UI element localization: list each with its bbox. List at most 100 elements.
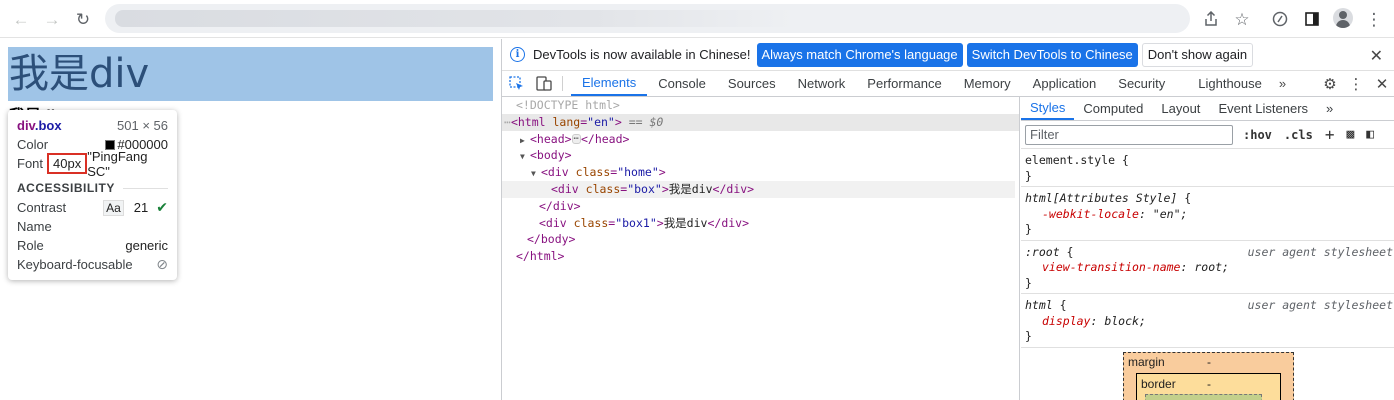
- font-label-group: Font 40px: [17, 153, 88, 174]
- dom-doctype[interactable]: <!DOCTYPE html>: [502, 97, 1019, 114]
- rule-element-style[interactable]: element.style { }: [1021, 149, 1394, 187]
- rule-attributes-style[interactable]: html[Attributes Style] { -webkit-locale:…: [1021, 187, 1394, 241]
- head-open: <head>: [530, 131, 572, 146]
- tab-styles[interactable]: Styles: [1021, 97, 1075, 120]
- dom-box-div-line[interactable]: <div class="box">我是div</div>: [502, 180, 1015, 198]
- rule-close-brace: }: [1025, 275, 1032, 290]
- html-attr: lang: [552, 114, 581, 129]
- sidebar-toggle-icon[interactable]: ◧: [1366, 127, 1374, 142]
- html-tag: <html: [510, 114, 546, 129]
- device-toolbar-icon[interactable]: [530, 71, 558, 96]
- dom-html-line[interactable]: ⋯<html lang="en"> == $0: [502, 113, 1019, 131]
- rule-close-brace: }: [1025, 329, 1032, 343]
- paint-brush-icon[interactable]: ▩: [1346, 127, 1354, 142]
- more-tabs-icon[interactable]: »: [1317, 97, 1342, 120]
- dont-show-again-button[interactable]: Don't show again: [1141, 42, 1254, 67]
- dom-html-close-line[interactable]: </html>: [502, 248, 1019, 265]
- styles-filter-row: Filter :hov .cls + ▩ ◧: [1021, 121, 1394, 149]
- settings-gear-icon[interactable]: ⚙: [1317, 75, 1343, 93]
- switch-language-button[interactable]: Switch DevTools to Chinese: [966, 42, 1138, 67]
- tab-elements[interactable]: Elements: [571, 71, 648, 96]
- tab-security[interactable]: Security: [1107, 71, 1176, 96]
- tab-lighthouse[interactable]: Lighthouse: [1176, 71, 1273, 96]
- dom-box1-div-line[interactable]: <div class="box1">我是div</div>: [502, 215, 1019, 232]
- element-class: .box: [34, 118, 62, 133]
- infobar-message: DevTools is now available in Chinese!: [533, 47, 751, 62]
- name-row: Name: [17, 217, 168, 236]
- ellipsis-icon: ⋯: [504, 114, 511, 129]
- head-close: </head>: [580, 131, 630, 146]
- match-language-button[interactable]: Always match Chrome's language: [756, 42, 963, 67]
- hov-toggle[interactable]: :hov: [1243, 128, 1272, 142]
- tab-network[interactable]: Network: [787, 71, 857, 96]
- doctype-text: <!DOCTYPE html>: [516, 98, 620, 112]
- kebab-menu-icon[interactable]: ⋮: [1343, 75, 1369, 93]
- more-tabs-icon[interactable]: »: [1273, 71, 1292, 96]
- rule-declaration[interactable]: -webkit-locale: "en";: [1025, 207, 1391, 223]
- back-icon[interactable]: ←: [9, 7, 33, 31]
- dom-body-close-line[interactable]: </body>: [502, 231, 1019, 248]
- body-open: <body>: [530, 148, 572, 163]
- dom-body-line[interactable]: ▼ <body>: [502, 147, 1019, 164]
- tab-computed[interactable]: Computed: [1074, 97, 1152, 120]
- dom-home-div-line[interactable]: ▼ <div class="home">: [502, 164, 1019, 181]
- bookmark-star-icon[interactable]: ☆: [1230, 7, 1254, 31]
- collapsed-ellipsis[interactable]: ⋯: [571, 134, 581, 145]
- name-label: Name: [17, 219, 52, 234]
- class-attr: class: [573, 215, 609, 230]
- share-icon[interactable]: [1199, 7, 1223, 31]
- tab-performance[interactable]: Performance: [856, 71, 952, 96]
- browser-toolbar: ← → ↻ ☆ ⋮: [0, 0, 1394, 38]
- styles-filter-input[interactable]: Filter: [1025, 124, 1233, 145]
- prop-name: -webkit-locale: [1042, 206, 1139, 221]
- class-attr: class: [575, 165, 611, 180]
- rule-html[interactable]: html { user agent stylesheet display: bl…: [1021, 294, 1394, 348]
- devtools-tabbar: Elements Console Sources Network Perform…: [502, 71, 1394, 97]
- tab-sources[interactable]: Sources: [717, 71, 787, 96]
- devtools-actions: ⚙ ⋮ ✕: [1317, 71, 1394, 97]
- selected-marker: == $0: [628, 114, 664, 129]
- html-close: </html>: [516, 249, 565, 264]
- box-model-border: border -: [1136, 373, 1281, 400]
- address-bar[interactable]: [105, 4, 1190, 33]
- rule-header: html[Attributes Style] {: [1025, 191, 1192, 205]
- tab-console[interactable]: Console: [647, 71, 717, 96]
- rule-source: user agent stylesheet: [1247, 298, 1393, 312]
- box-class-val: "box": [627, 181, 662, 196]
- dom-home-close-line[interactable]: </div>: [502, 198, 1019, 215]
- menu-icon[interactable]: ⋮: [1362, 7, 1386, 31]
- forward-icon[interactable]: →: [40, 7, 64, 31]
- rule-selector: element.style {: [1025, 153, 1129, 167]
- extensions-icon[interactable]: [1268, 7, 1292, 31]
- box-div-close: </div>: [712, 181, 755, 196]
- profile-avatar[interactable]: [1333, 8, 1353, 28]
- rule-declaration[interactable]: view-transition-name: root;: [1025, 260, 1391, 276]
- tab-application[interactable]: Application: [1022, 71, 1108, 96]
- tab-event-listeners[interactable]: Event Listeners: [1209, 97, 1317, 120]
- tab-memory[interactable]: Memory: [953, 71, 1022, 96]
- rule-declaration[interactable]: display: block;: [1025, 314, 1391, 330]
- side-panel-icon[interactable]: [1300, 7, 1324, 31]
- web-page: 我是div 我是div div.box 501 × 56 Color #0000…: [0, 39, 501, 400]
- new-rule-plus-icon[interactable]: +: [1325, 125, 1335, 144]
- element-selector: div.box: [17, 118, 62, 133]
- cls-toggle[interactable]: .cls: [1284, 128, 1313, 142]
- margin-value[interactable]: -: [1207, 355, 1211, 369]
- rule-root[interactable]: :root { user agent stylesheet view-trans…: [1021, 241, 1394, 294]
- blurred-url: [115, 10, 795, 27]
- box-model-padding: [1145, 394, 1262, 400]
- accessibility-heading: ACCESSIBILITY: [17, 178, 168, 198]
- dom-head-line[interactable]: ▶ <head> ⋯ </head>: [502, 131, 1019, 148]
- box1-div-tag: <div: [539, 215, 567, 230]
- not-allowed-icon: ⊘: [156, 256, 168, 272]
- box1-div-text-node: 我是div: [663, 215, 708, 230]
- inspect-element-icon[interactable]: [502, 71, 530, 96]
- body-close: </body>: [527, 232, 576, 247]
- prop-name: view-transition-name: [1042, 260, 1181, 274]
- tab-layout[interactable]: Layout: [1152, 97, 1209, 120]
- border-value[interactable]: -: [1207, 377, 1211, 391]
- rule-close-brace: }: [1025, 222, 1032, 236]
- close-icon[interactable]: ✕: [1370, 46, 1383, 66]
- reload-icon[interactable]: ↻: [71, 7, 95, 31]
- close-devtools-icon[interactable]: ✕: [1369, 75, 1394, 93]
